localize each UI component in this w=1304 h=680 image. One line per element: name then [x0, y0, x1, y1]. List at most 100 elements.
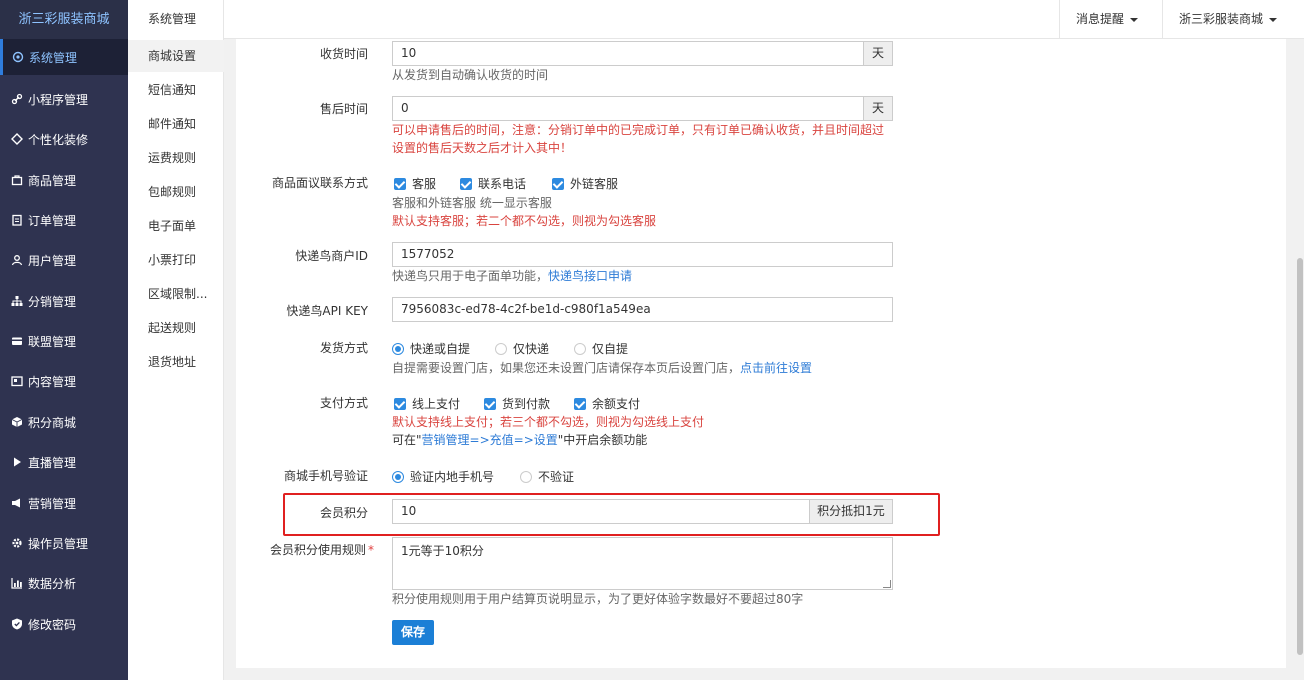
sidebar-item-label: 订单管理 [28, 213, 77, 228]
scrollbar-thumb[interactable] [1297, 258, 1303, 655]
points-rule-label: 会员积分使用规则 * [214, 541, 374, 558]
option-label: 不验证 [538, 470, 575, 484]
points-rule-help: 积分使用规则用于用户结算页说明显示，为了更好体验字数最好不要超过80字 [392, 592, 804, 606]
user-icon [10, 253, 24, 267]
save-button[interactable]: 保存 [392, 620, 434, 645]
payment-checkbox-cod[interactable]: 货到付款 [484, 395, 550, 412]
diamond-icon [10, 132, 24, 146]
sidebar-item-label: 数据分析 [28, 576, 77, 591]
kdn-id-label: 快递鸟商户ID [295, 249, 368, 263]
submenu-heading: 系统管理 [148, 12, 197, 26]
cube-icon [10, 415, 24, 429]
radio-empty-icon [520, 470, 532, 483]
radio-empty-icon [574, 342, 586, 355]
sidebar-item-label: 商品管理 [28, 173, 77, 188]
card-icon [10, 334, 24, 348]
payment-checkbox-balance[interactable]: 余额支付 [574, 395, 640, 412]
sidebar-item-operators[interactable]: 操作员管理 [0, 525, 128, 561]
store-settings-link[interactable]: 点击前往设置 [740, 361, 812, 375]
sidebar-item-system[interactable]: 系统管理 [0, 39, 128, 75]
member-points-input[interactable]: 10 [392, 499, 810, 524]
after-sale-input[interactable]: 0 [392, 96, 864, 121]
sidebar-item-marketing[interactable]: 营销管理 [0, 485, 128, 521]
payment-checkbox-online[interactable]: 线上支付 [394, 395, 460, 412]
sidebar-item-goods[interactable]: 商品管理 [0, 162, 128, 198]
after-sale-warning-line2: 设置的售后天数之后才计入其中！ [392, 141, 573, 155]
delivery-radio-express-only[interactable]: 仅快递 [495, 340, 549, 357]
shield-icon [10, 617, 24, 631]
sidebar-item-label: 积分商城 [28, 415, 77, 430]
main-sidebar: 浙三彩服装商城 系统管理 小程序管理 个性化装修 商品管理 订单管理 用户管理 … [0, 0, 128, 680]
sidebar-item-label: 直播管理 [28, 455, 77, 470]
option-label: 线上支付 [412, 397, 461, 411]
option-label: 货到付款 [502, 397, 551, 411]
brand-title: 浙三彩服装商城 [0, 0, 128, 39]
caret-down-icon [1130, 17, 1139, 22]
kdn-key-input[interactable]: 7956083c-ed78-4c2f-be1d-c980f1a549ea [392, 297, 893, 322]
sidebar-item-users[interactable]: 用户管理 [0, 242, 128, 278]
after-sale-help-prefix: 可以申请售后的时间， [392, 123, 513, 137]
option-label: 仅自提 [592, 342, 629, 356]
kdn-id-help: 快递鸟只用于电子面单功能，快递鸟接口申请 [392, 267, 632, 285]
phone-verify-label: 商城手机号验证 [283, 469, 368, 483]
sidebar-item-label: 内容管理 [28, 374, 77, 389]
sidebar-item-live[interactable]: 直播管理 [0, 444, 128, 480]
sidebar-item-label: 分销管理 [28, 294, 77, 309]
bar-chart-icon [10, 576, 24, 590]
checkbox-checked-icon [394, 177, 406, 190]
checkbox-checked-icon [484, 397, 496, 410]
play-icon [10, 455, 24, 469]
top-header: 消息提醒 浙三彩服装商城 [224, 0, 1304, 39]
sidebar-item-label: 用户管理 [28, 253, 77, 268]
sidebar-item-points-mall[interactable]: 积分商城 [0, 404, 128, 440]
phone-verify-radio-mainland[interactable]: 验证内地手机号 [392, 468, 494, 485]
sidebar-item-orders[interactable]: 订单管理 [0, 202, 128, 238]
sidebar-item-password[interactable]: 修改密码 [0, 606, 128, 642]
after-sale-warning: 注意：分销订单中的已完成订单，只有订单已确认收货，并且时间超过 [512, 123, 885, 137]
kdn-id-input[interactable]: 1577052 [392, 242, 893, 267]
megaphone-icon [10, 496, 24, 510]
payment-balance-hint: 可在"营销管理=>充值=>设置"中开启余额功能 [392, 431, 647, 449]
settings-form: 收货时间 10 天 从发货到自动确认收货的时间 售后时间 0 天 可以申请售后的… [236, 39, 1286, 668]
submenu-item-shipping-rules[interactable]: 运费规则 [128, 142, 224, 174]
kdn-apply-link[interactable]: 快递鸟接口申请 [548, 269, 632, 283]
checkbox-checked-icon [552, 177, 564, 190]
delivery-radio-express-or-pickup[interactable]: 快递或自提 [392, 340, 470, 357]
phone-verify-radio-none[interactable]: 不验证 [520, 468, 574, 485]
sidebar-item-label: 小程序管理 [28, 92, 89, 107]
balance-hint-suffix: "中开启余额功能 [557, 433, 648, 447]
option-label: 联系电话 [478, 177, 527, 191]
store-dropdown[interactable]: 浙三彩服装商城 [1162, 0, 1293, 39]
notifications-dropdown[interactable]: 消息提醒 [1059, 0, 1154, 39]
contact-checkbox-external[interactable]: 外链客服 [552, 175, 618, 192]
checkbox-checked-icon [394, 397, 406, 410]
delivery-help: 自提需要设置门店，如果您还未设置门店请保存本页后设置门店，点击前往设置 [392, 359, 812, 377]
resize-handle-icon[interactable] [883, 580, 891, 588]
sidebar-item-content[interactable]: 内容管理 [0, 363, 128, 399]
sidebar-item-alliance[interactable]: 联盟管理 [0, 323, 128, 359]
points-rule-textarea[interactable]: 1元等于10积分 [392, 537, 893, 590]
delivery-radio-pickup-only[interactable]: 仅自提 [574, 340, 628, 357]
sidebar-item-label: 联盟管理 [28, 334, 77, 349]
contact-checkbox-phone[interactable]: 联系电话 [460, 175, 526, 192]
after-sale-label: 售后时间 [319, 102, 368, 116]
clipboard-icon [10, 213, 24, 227]
sidebar-item-analytics[interactable]: 数据分析 [0, 565, 128, 601]
delivery-method-label: 发货方式 [319, 341, 368, 355]
link-icon [10, 92, 24, 106]
sidebar-item-distribution[interactable]: 分销管理 [0, 283, 128, 319]
radio-empty-icon [495, 342, 507, 355]
checkbox-checked-icon [460, 177, 472, 190]
submenu-item-e-waybill[interactable]: 电子面单 [128, 210, 224, 242]
receive-time-input[interactable]: 10 [392, 41, 864, 66]
kdn-id-help-text: 快递鸟只用于电子面单功能， [392, 269, 549, 283]
contact-checkbox-service[interactable]: 客服 [394, 175, 436, 192]
contact-method-label: 商品面议联系方式 [271, 176, 368, 190]
receive-time-help: 从发货到自动确认收货的时间 [392, 68, 549, 82]
option-label: 外链客服 [570, 177, 619, 191]
recharge-settings-link[interactable]: 营销管理=>充值=>设置 [422, 433, 558, 447]
sidebar-item-miniprogram[interactable]: 小程序管理 [0, 81, 128, 117]
sidebar-item-decoration[interactable]: 个性化装修 [0, 121, 128, 157]
option-label: 验证内地手机号 [410, 470, 495, 484]
sidebar-item-label: 营销管理 [28, 496, 77, 511]
